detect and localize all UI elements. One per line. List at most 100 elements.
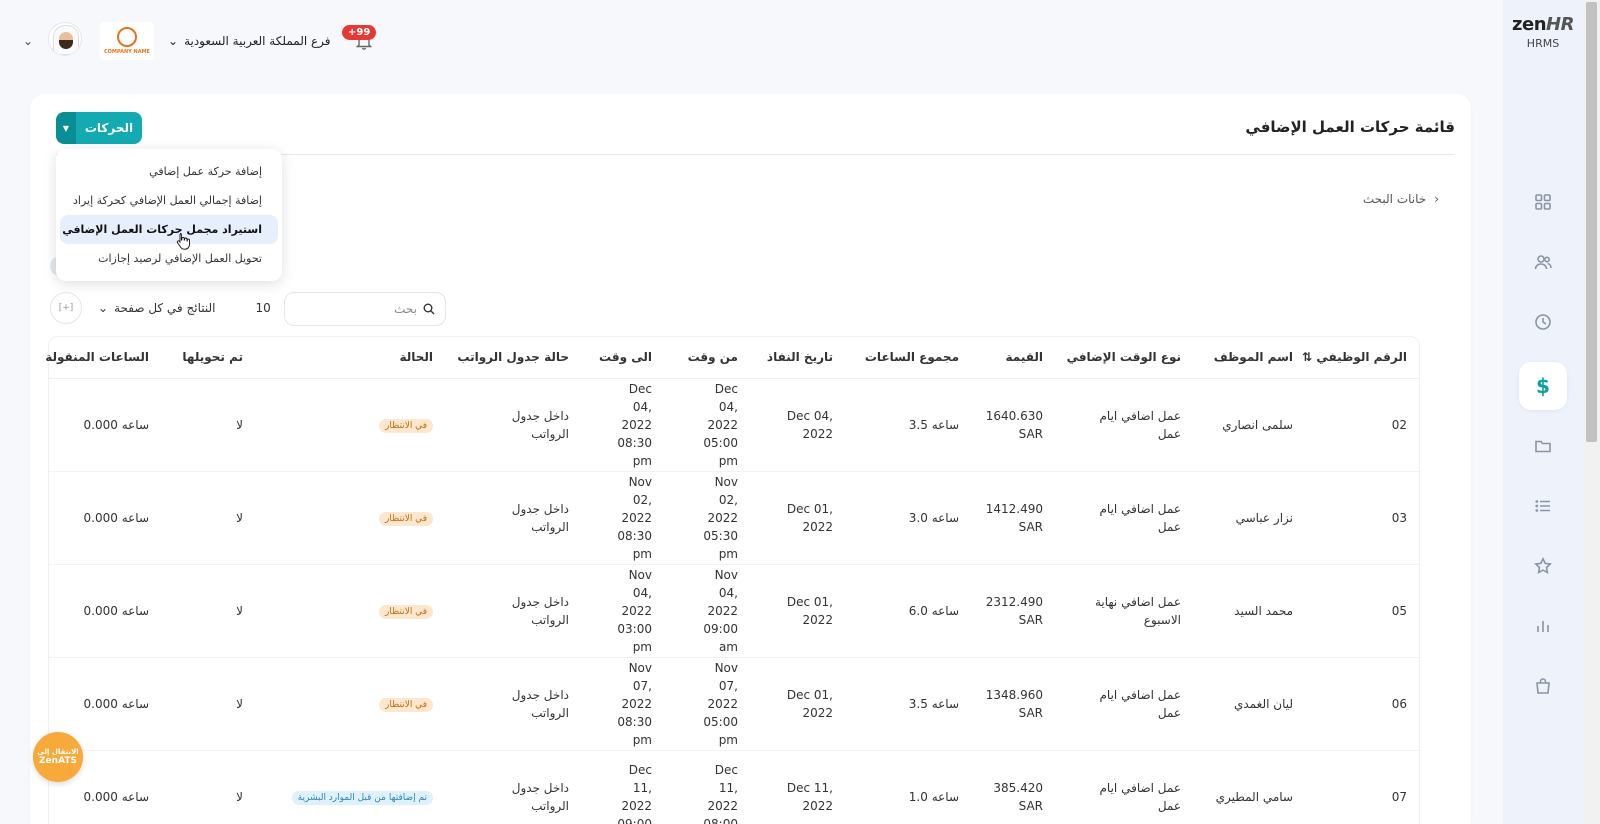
- cell-from-time: Nov 07, 2022 05:00 pm: [703, 661, 738, 747]
- nav-performance[interactable]: [1519, 542, 1567, 590]
- table-row[interactable]: 03 نزار عباسي عمل اضافي ايام عمل 1412.490 S…: [49, 472, 1419, 565]
- sort-icon[interactable]: ⇅: [1302, 350, 1312, 364]
- logo-subtitle: HRMS: [1526, 37, 1560, 50]
- cell-from-time: Nov 02, 2022 05:30 pm: [703, 475, 738, 561]
- cell-ot-type: عمل اضافي ايام عمل: [1099, 409, 1182, 441]
- cell-converted: لا: [236, 418, 243, 432]
- branch-selector[interactable]: ⌄ فرع المملكة العربية السعودية: [168, 34, 331, 48]
- cell-ot-type: عمل اضافي ايام عمل: [1099, 502, 1182, 534]
- cell-emp-name: سامي المطيري: [1215, 790, 1293, 804]
- status-badge: في الانتظار: [379, 698, 433, 712]
- cell-emp-id: 06: [1391, 697, 1407, 711]
- cell-converted: لا: [236, 511, 243, 525]
- cell-total-hours: 6.0 ساعه: [908, 604, 959, 618]
- nav-dashboard[interactable]: [1519, 178, 1567, 226]
- menu-add-overtime[interactable]: إضافة حركة عمل إضافي: [60, 157, 278, 186]
- cell-emp-id: 07: [1391, 790, 1407, 804]
- nav-requests[interactable]: [1519, 482, 1567, 530]
- search-box[interactable]: [284, 292, 446, 326]
- menu-add-overtime-as-earning[interactable]: إضافة إجمالي العمل الإضافي كحركة إيراد: [60, 186, 278, 215]
- chevron-down-icon: ⌄: [98, 301, 109, 315]
- header-emp-name: اسم الموظف: [1213, 350, 1293, 364]
- list-icon: [1535, 500, 1550, 512]
- chart-icon: [1537, 621, 1549, 632]
- nav-attendance[interactable]: [1519, 298, 1567, 346]
- cell-to-time: Dec 11, 2022 09:00: [617, 763, 652, 824]
- cell-total-hours: 3.5 ساعه: [908, 418, 959, 432]
- brand-logo[interactable]: zenHR HRMS: [1503, 14, 1583, 50]
- header-effective-date: تاريخ النفاذ: [766, 350, 833, 364]
- per-page-label: النتائج في كل صفحة: [114, 301, 216, 315]
- cell-total-hours: 1.0 ساعه: [908, 790, 959, 804]
- cell-payroll-status: داخل جدول الرواتب: [511, 595, 569, 627]
- header-ot-type: نوع الوقت الإضافي: [1066, 350, 1181, 364]
- cell-emp-id: 03: [1391, 511, 1407, 525]
- cell-emp-name: ليان الغمدي: [1234, 697, 1293, 711]
- nav-documents[interactable]: [1519, 422, 1567, 470]
- overtime-table: ⇅ الرقم الوظيفي اسم الموظف نوع الوقت الإ…: [45, 336, 1420, 824]
- table-row[interactable]: 05 محمد السيد عمل اضافي نهاية الاسبوع 2312.…: [49, 565, 1419, 658]
- per-page-selector[interactable]: ⌄ النتائج في كل صفحة 10: [98, 301, 271, 315]
- caret-down-icon[interactable]: ▼: [56, 112, 76, 144]
- cell-status: في الانتظار: [263, 694, 433, 714]
- nav-reports[interactable]: [1519, 602, 1567, 650]
- cell-status: في الانتظار: [263, 601, 433, 621]
- table-body: 02 سلمى انصاري عمل اضافي ايام عمل 1640.630 …: [49, 379, 1419, 824]
- cell-value: 1640.630 SAR: [985, 409, 1043, 441]
- cell-emp-id: 05: [1391, 604, 1407, 618]
- header-emp-id[interactable]: ⇅ الرقم الوظيفي: [1302, 350, 1407, 364]
- user-menu-chevron-icon[interactable]: ⌄: [23, 34, 33, 48]
- page-title: قائمة حركات العمل الإضافي: [1245, 118, 1455, 136]
- menu-convert-to-leave[interactable]: تحويل العمل الإضافي لرصيد إجازات: [60, 244, 278, 273]
- nav-employees[interactable]: [1519, 238, 1567, 286]
- company-logo[interactable]: COMPANY NAME: [100, 22, 154, 60]
- cell-emp-name: سلمى انصاري: [1222, 418, 1293, 432]
- header-transferred-hours: الساعات المنقولة: [45, 350, 149, 364]
- cell-status: في الانتظار: [263, 508, 433, 528]
- logo-hr-text: HR: [1546, 14, 1574, 35]
- chevron-right-icon: ›: [1434, 192, 1439, 206]
- table-row[interactable]: 02 سلمى انصاري عمل اضافي ايام عمل 1640.630 …: [49, 379, 1419, 472]
- zenats-line2: ZenATS: [39, 756, 77, 766]
- notification-count-badge[interactable]: +99: [342, 25, 377, 40]
- cell-transferred-hours: 0.000 ساعه: [83, 511, 149, 525]
- cell-payroll-status: داخل جدول الرواتب: [511, 688, 569, 720]
- zenats-floating-button[interactable]: الانتقال إلى ZenATS: [33, 732, 83, 782]
- actions-button[interactable]: ▼ الحركات: [56, 112, 142, 144]
- menu-import-overtime[interactable]: استيراد مجمل حركات العمل الإضافي: [60, 215, 278, 244]
- cell-value: 385.420 SAR: [993, 781, 1043, 813]
- header-status: الحالة: [399, 350, 433, 364]
- cell-effective-date: Dec 01, 2022: [786, 688, 833, 720]
- header-total-hours: مجموع الساعات: [864, 350, 959, 364]
- cell-status: في الانتظار: [263, 415, 433, 435]
- nav-marketplace[interactable]: [1519, 662, 1567, 710]
- header-converted: تم تحويلها: [182, 350, 243, 364]
- search-icon: [423, 303, 435, 315]
- scroll-thumb[interactable]: [1586, 2, 1597, 442]
- table-row[interactable]: 06 ليان الغمدي عمل اضافي ايام عمل 1348.960 …: [49, 658, 1419, 751]
- dollar-icon: $: [1536, 374, 1550, 398]
- status-badge: في الانتظار: [379, 605, 433, 619]
- nav-payroll[interactable]: $: [1519, 362, 1567, 410]
- search-filters-toggle[interactable]: خانات البحث ›: [1363, 192, 1439, 206]
- cell-effective-date: Dec 11, 2022: [786, 781, 833, 813]
- per-page-value: 10: [255, 301, 271, 315]
- column-settings-button[interactable]: [+]: [50, 292, 82, 324]
- search-input[interactable]: [307, 302, 417, 316]
- cell-to-time: Nov 04, 2022 03:00 pm: [617, 568, 652, 654]
- cell-emp-id: 02: [1391, 418, 1407, 432]
- cell-total-hours: 3.0 ساعه: [908, 511, 959, 525]
- status-badge: في الانتظار: [379, 419, 433, 433]
- header-value: القيمة: [1005, 350, 1043, 364]
- cell-total-hours: 3.5 ساعه: [908, 697, 959, 711]
- table-row[interactable]: 07 سامي المطيري عمل اضافي ايام عمل 385.420 …: [49, 751, 1419, 824]
- dashboard-icon: [1535, 194, 1551, 210]
- cell-payroll-status: داخل جدول الرواتب: [511, 502, 569, 534]
- user-avatar[interactable]: [48, 22, 82, 56]
- page-scrollbar[interactable]: [1583, 0, 1600, 824]
- cell-to-time: Nov 02, 2022 08:30 pm: [617, 475, 652, 561]
- columns-icon: [+]: [58, 303, 74, 313]
- cell-effective-date: Dec 04, 2022: [786, 409, 833, 441]
- cell-transferred-hours: 0.000 ساعه: [83, 604, 149, 618]
- cell-emp-name: محمد السيد: [1234, 604, 1293, 618]
